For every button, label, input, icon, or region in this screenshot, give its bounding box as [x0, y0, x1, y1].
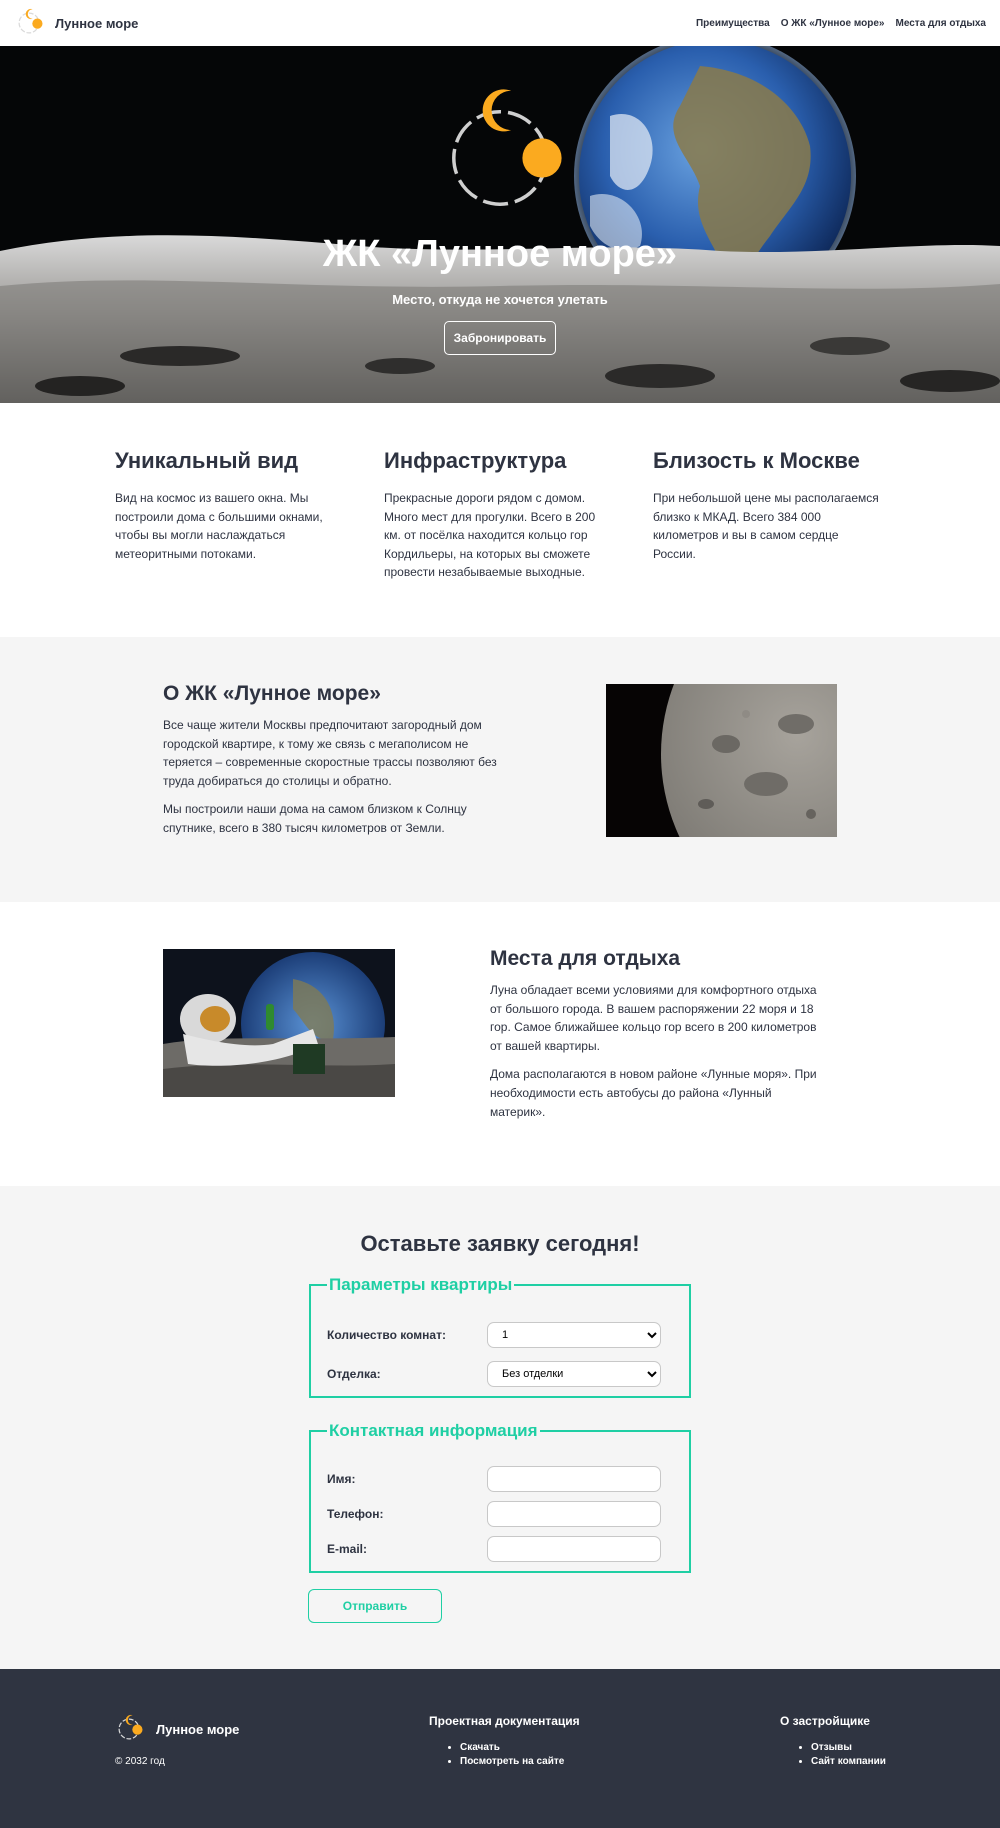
email-input[interactable] [487, 1536, 661, 1562]
contact-info-legend: Контактная информация [329, 1421, 538, 1440]
rest-paragraph: Луна обладает всеми условиями для комфор… [490, 983, 817, 1053]
footer-brand[interactable]: Лунное море [114, 1714, 239, 1744]
feature-moscow: Близость к Москве При небольшой цене мы … [653, 448, 883, 563]
about-paragraph: Все чаще жители Москвы предпочитают заго… [163, 718, 497, 788]
astronaut-image [163, 949, 395, 1097]
book-button[interactable]: Забронировать [444, 321, 556, 355]
about-title: О ЖК «Лунное море» [163, 682, 381, 705]
feature-unique-view: Уникальный вид Вид на космос из вашего о… [115, 448, 345, 563]
apartment-params-fieldset: Параметры квартиры Количество комнат: 1 … [309, 1275, 691, 1398]
apartment-params-legend: Параметры квартиры [329, 1275, 513, 1294]
hero-subtitle: Место, откуда не хочется улетать [392, 292, 608, 307]
phone-row: Телефон: [327, 1501, 677, 1527]
request-form-section: Оставьте заявку сегодня! Параметры кварт… [0, 1186, 1000, 1669]
finish-select[interactable]: Без отделки [487, 1361, 661, 1387]
features-section: Уникальный вид Вид на космос из вашего о… [0, 403, 1000, 637]
nav-link-about[interactable]: О ЖК «Лунное море» [781, 18, 885, 29]
brand-name: Лунное море [55, 15, 139, 31]
footer-developer-column: О застройщике Отзывы Сайт компании [780, 1714, 886, 1769]
hero-title: ЖК «Лунное море» [322, 233, 678, 275]
main-nav: Преимущества О ЖК «Лунное море» Места дл… [685, 18, 986, 29]
rest-title: Места для отдыха [490, 947, 681, 970]
rooms-row: Количество комнат: 1 [327, 1322, 677, 1348]
phone-label: Телефон: [327, 1507, 384, 1521]
submit-button[interactable]: Отправить [308, 1589, 442, 1623]
email-label: E-mail: [327, 1542, 368, 1556]
feature-text: Прекрасные дороги рядом с домом. Много м… [384, 491, 596, 580]
nav-link-advantages[interactable]: Преимущества [696, 18, 770, 29]
footer-developer-title: О застройщике [780, 1714, 870, 1728]
about-section: О ЖК «Лунное море» Все чаще жители Москв… [0, 637, 1000, 902]
site-footer: Лунное море © 2032 год Проектная докумен… [0, 1669, 1000, 1828]
logo-icon [17, 8, 43, 38]
footer-link-download[interactable]: Скачать [460, 1741, 580, 1755]
finish-label: Отделка: [327, 1367, 381, 1381]
feature-infrastructure: Инфраструктура Прекрасные дороги рядом с… [384, 448, 614, 582]
moon-image [606, 684, 837, 837]
footer-developer-list: Отзывы Сайт компании [780, 1741, 886, 1769]
rest-paragraph: Дома располагаются в новом районе «Лунны… [490, 1067, 817, 1119]
rooms-select[interactable]: 1 [487, 1322, 661, 1348]
rest-text: Места для отдыха Луна обладает всеми усл… [490, 947, 830, 1121]
footer-logo-icon [117, 1714, 143, 1744]
rooms-label: Количество комнат: [327, 1328, 446, 1342]
footer-docs-column: Проектная документация Скачать Посмотрет… [429, 1714, 580, 1769]
nav-link-rest[interactable]: Места для отдыха [895, 18, 986, 29]
name-input[interactable] [487, 1466, 661, 1492]
feature-text: Вид на космос из вашего окна. Мы построи… [115, 491, 323, 561]
footer-link-view-online[interactable]: Посмотреть на сайте [460, 1755, 580, 1769]
email-row: E-mail: [327, 1536, 677, 1562]
footer-link-company-site[interactable]: Сайт компании [811, 1755, 886, 1769]
rest-section: Места для отдыха Луна обладает всеми усл… [0, 902, 1000, 1186]
name-row: Имя: [327, 1466, 677, 1492]
finish-row: Отделка: Без отделки [327, 1361, 677, 1387]
hero-logo-icon [434, 89, 562, 226]
footer-brand-name: Лунное море [156, 1721, 240, 1737]
footer-link-reviews[interactable]: Отзывы [811, 1741, 886, 1755]
contact-info-fieldset: Контактная информация Имя: Телефон: E-ma… [309, 1421, 691, 1573]
feature-title: Близость к Москве [653, 448, 860, 473]
copyright: © 2032 год [115, 1756, 165, 1767]
feature-title: Уникальный вид [115, 448, 299, 473]
feature-text: При небольшой цене мы располагаемся близ… [653, 491, 879, 561]
phone-input[interactable] [487, 1501, 661, 1527]
footer-docs-list: Скачать Посмотреть на сайте [429, 1741, 580, 1769]
feature-title: Инфраструктура [384, 448, 567, 473]
name-label: Имя: [327, 1472, 356, 1486]
site-header: Лунное море Преимущества О ЖК «Лунное мо… [0, 0, 1000, 46]
hero: ЖК «Лунное море» Место, откуда не хочетс… [0, 46, 1000, 403]
brand[interactable]: Лунное море [14, 8, 138, 38]
form-title: Оставьте заявку сегодня! [360, 1231, 640, 1256]
about-paragraph: Мы построили наши дома на самом близком … [163, 802, 467, 835]
footer-docs-title: Проектная документация [429, 1714, 580, 1728]
about-text: О ЖК «Лунное море» Все чаще жители Москв… [163, 682, 513, 838]
